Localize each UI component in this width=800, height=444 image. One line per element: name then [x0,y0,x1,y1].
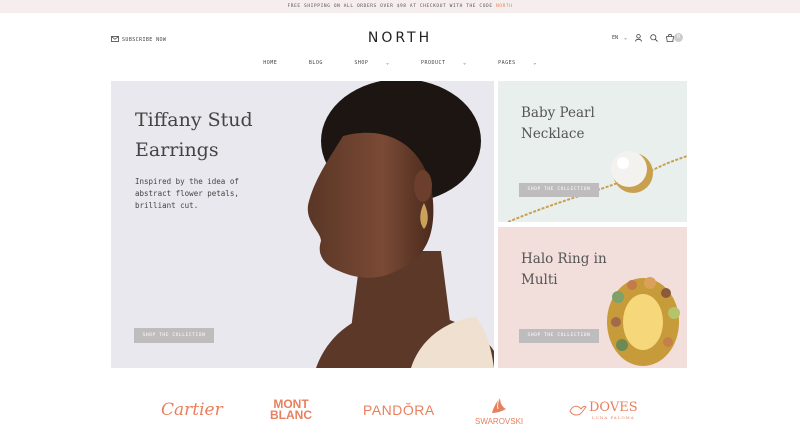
hero-shop-button[interactable]: SHOP THE COLLECTION [134,328,214,343]
cart-count-badge: 0 [674,33,684,42]
site-header: SUBSCRIBE NOW NORTH EN ⌄ 0 [0,24,800,54]
language-selector[interactable]: EN ⌄ [612,35,627,41]
announcement-text: FREE SHIPPING ON ALL ORDERS OVER $98 AT … [287,4,493,9]
chevron-down-icon: ⌄ [533,60,537,66]
nav-item-shop[interactable]: SHOP ⌄ [347,60,396,66]
main-nav: HOME BLOG SHOP ⌄ PRODUCT ⌄ PAGES ⌄ [0,60,800,66]
dove-icon [569,405,587,416]
card-shop-button[interactable]: SHOP THE COLLECTION [519,329,599,343]
cart-icon [666,34,675,42]
chevron-down-icon: ⌄ [385,60,390,66]
card-shop-button[interactable]: SHOP THE COLLECTION [519,183,599,197]
language-label: EN [612,35,619,41]
promo-card-halo-ring[interactable]: Halo Ring in Multi SHOP THE COLLECTION [498,227,687,368]
brand-logo-montblanc[interactable]: MONT BLANC [270,388,312,432]
brand-logos: Cartier MONT BLANC PANDŎRA SWAROVSKI DOV… [111,388,687,432]
nav-item-home[interactable]: HOME [256,60,284,66]
search-icon[interactable] [650,34,658,42]
nav-item-pages[interactable]: PAGES ⌄ [491,60,544,66]
nav-item-product[interactable]: PRODUCT ⌄ [414,60,474,66]
promo-code: NORTH [495,4,513,9]
card-title: Baby Pearl Necklace [521,105,595,142]
promo-card-pearl-necklace[interactable]: Baby Pearl Necklace SHOP THE COLLECTION [498,81,687,222]
card-title: Halo Ring in Multi [521,251,607,288]
brand-logo-swarovski[interactable]: SWAROVSKI [475,388,523,432]
brand-logo-doves[interactable]: DOVES LUNA PALOMA [569,388,638,432]
nav-item-blog[interactable]: BLOG [302,60,330,66]
announcement-bar: FREE SHIPPING ON ALL ORDERS OVER $98 AT … [0,0,800,13]
cart-button[interactable]: 0 [666,33,684,42]
hero-title: Tiffany Stud Earrings [135,109,253,161]
hero-description: Inspired by the idea of abstract flower … [135,177,239,210]
user-icon[interactable] [635,34,642,42]
chevron-down-icon: ⌄ [624,35,628,41]
header-tools: EN ⌄ 0 [612,33,684,42]
chevron-down-icon: ⌄ [463,60,467,66]
swan-icon [492,396,507,413]
hero-banner[interactable]: Tiffany Stud Earrings Inspired by the id… [111,81,494,368]
brand-logo-pandora[interactable]: PANDŎRA [363,388,435,432]
brand-logo-cartier[interactable]: Cartier [161,388,223,432]
